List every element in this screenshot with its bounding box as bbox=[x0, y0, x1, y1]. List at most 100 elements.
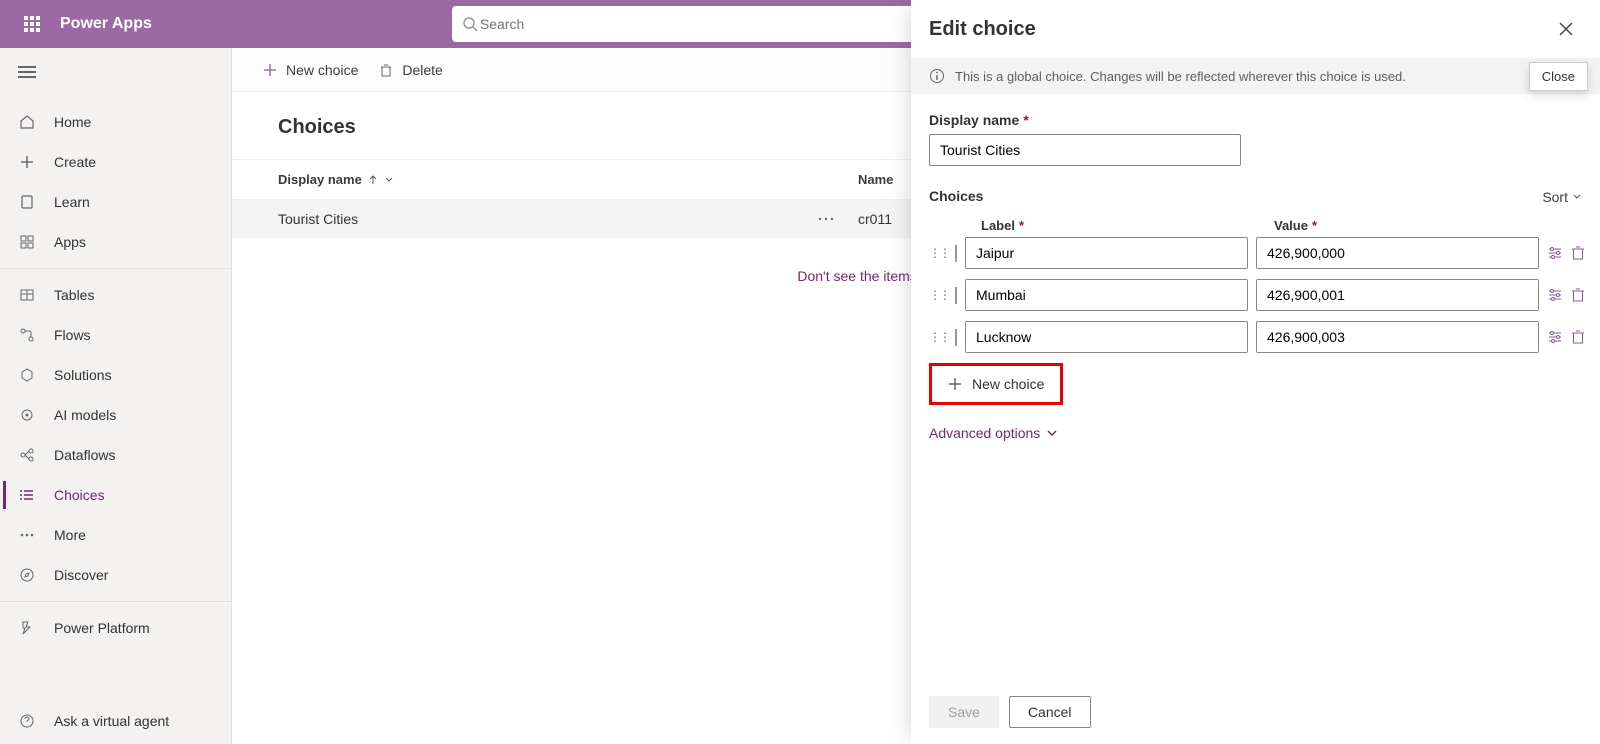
apps-icon bbox=[18, 233, 36, 251]
color-swatch[interactable] bbox=[955, 245, 957, 262]
nav-flows[interactable]: Flows bbox=[0, 315, 231, 355]
close-button[interactable] bbox=[1550, 13, 1582, 45]
trash-icon bbox=[378, 62, 394, 78]
dataflows-icon bbox=[18, 446, 36, 464]
color-swatch[interactable] bbox=[955, 329, 957, 346]
button-label: New choice bbox=[286, 62, 358, 78]
value-header: Value* bbox=[1274, 218, 1557, 233]
nav-label: Dataflows bbox=[54, 447, 115, 463]
solutions-icon bbox=[18, 366, 36, 384]
nav-label: AI models bbox=[54, 407, 116, 423]
label-header: Label* bbox=[981, 218, 1264, 233]
nav-dataflows[interactable]: Dataflows bbox=[0, 435, 231, 475]
nav-choices[interactable]: Choices bbox=[0, 475, 231, 515]
new-choice-highlight-button[interactable]: New choice bbox=[929, 363, 1063, 405]
left-nav: Home Create Learn Apps bbox=[0, 48, 232, 744]
display-name-label: Display name* bbox=[929, 112, 1582, 128]
nav-group-2: Tables Flows Solutions AI models bbox=[0, 269, 231, 602]
delete-icon[interactable] bbox=[1571, 328, 1585, 346]
plus-icon bbox=[948, 377, 962, 391]
button-label: New choice bbox=[972, 376, 1044, 392]
book-icon bbox=[18, 193, 36, 211]
nav-powerplatform[interactable]: Power Platform bbox=[0, 608, 231, 648]
choice-value-input[interactable] bbox=[1256, 321, 1539, 353]
nav-virtual-agent[interactable]: Ask a virtual agent bbox=[0, 698, 231, 744]
app-title: Power Apps bbox=[60, 15, 152, 33]
search-input[interactable] bbox=[478, 15, 920, 33]
choice-label-input[interactable] bbox=[965, 237, 1248, 269]
drag-handle[interactable]: ⋮⋮ bbox=[929, 330, 947, 344]
nav-label: Create bbox=[54, 154, 96, 170]
choice-label-input[interactable] bbox=[965, 279, 1248, 311]
nav-aimodels[interactable]: AI models bbox=[0, 395, 231, 435]
nav-solutions[interactable]: Solutions bbox=[0, 355, 231, 395]
sort-button[interactable]: Sort bbox=[1542, 189, 1582, 205]
sort-asc-icon bbox=[368, 175, 378, 185]
discover-icon bbox=[18, 566, 36, 584]
nav-create[interactable]: Create bbox=[0, 142, 231, 182]
nav-group-3: Power Platform bbox=[0, 602, 231, 654]
settings-icon[interactable] bbox=[1547, 244, 1563, 262]
global-search[interactable] bbox=[452, 6, 930, 42]
drag-handle[interactable]: ⋮⋮ bbox=[929, 288, 947, 302]
hamburger-icon bbox=[18, 66, 36, 78]
nav-label: Power Platform bbox=[54, 620, 150, 636]
tables-icon bbox=[18, 286, 36, 304]
flows-icon bbox=[18, 326, 36, 344]
panel-title: Edit choice bbox=[929, 18, 1036, 41]
nav-toggle[interactable] bbox=[0, 48, 231, 96]
save-button[interactable]: Save bbox=[929, 696, 999, 728]
color-swatch[interactable] bbox=[955, 287, 957, 304]
nav-label: Apps bbox=[54, 234, 86, 250]
display-name-input[interactable] bbox=[929, 134, 1241, 166]
settings-icon[interactable] bbox=[1547, 286, 1563, 304]
nav-apps[interactable]: Apps bbox=[0, 222, 231, 262]
app-launcher-button[interactable] bbox=[8, 16, 56, 32]
nav-label: Discover bbox=[54, 567, 108, 583]
nav-discover[interactable]: Discover bbox=[0, 555, 231, 595]
column-label: Display name bbox=[278, 172, 362, 187]
button-label: Delete bbox=[402, 62, 442, 78]
choices-label: Choices bbox=[929, 188, 983, 204]
cell-name: cr011 bbox=[858, 211, 892, 227]
nav-label: More bbox=[54, 527, 86, 543]
row-more-button[interactable] bbox=[818, 217, 858, 221]
nav-label: Tables bbox=[54, 287, 94, 303]
column-display-name[interactable]: Display name bbox=[278, 172, 858, 187]
info-icon bbox=[929, 68, 945, 84]
nav-label: Solutions bbox=[54, 367, 112, 383]
new-choice-button[interactable]: New choice bbox=[262, 62, 358, 78]
info-bar: This is a global choice. Changes will be… bbox=[911, 58, 1600, 94]
powerplatform-icon bbox=[18, 619, 36, 637]
nav-label: Flows bbox=[54, 327, 91, 343]
column-label: Name bbox=[858, 172, 893, 187]
nav-home[interactable]: Home bbox=[0, 102, 231, 142]
delete-button[interactable]: Delete bbox=[378, 62, 442, 78]
chevron-down-icon bbox=[384, 175, 394, 185]
more-icon bbox=[18, 526, 36, 544]
advanced-options-link[interactable]: Advanced options bbox=[929, 425, 1582, 441]
settings-icon[interactable] bbox=[1547, 328, 1563, 346]
choice-value-input[interactable] bbox=[1256, 279, 1539, 311]
search-icon bbox=[462, 16, 478, 32]
nav-label: Home bbox=[54, 114, 91, 130]
plus-icon bbox=[18, 153, 36, 171]
close-tooltip: Close bbox=[1529, 62, 1588, 91]
choice-value-input[interactable] bbox=[1256, 237, 1539, 269]
drag-handle[interactable]: ⋮⋮ bbox=[929, 246, 947, 260]
plus-icon bbox=[262, 62, 278, 78]
nav-more[interactable]: More bbox=[0, 515, 231, 555]
info-text: This is a global choice. Changes will be… bbox=[955, 69, 1406, 84]
nav-group-1: Home Create Learn Apps bbox=[0, 96, 231, 269]
choice-label-input[interactable] bbox=[965, 321, 1248, 353]
choice-row: ⋮⋮ bbox=[929, 279, 1582, 311]
choice-row: ⋮⋮ bbox=[929, 321, 1582, 353]
list-icon bbox=[18, 486, 36, 504]
cancel-button[interactable]: Cancel bbox=[1009, 696, 1091, 728]
nav-bottom: Ask a virtual agent bbox=[0, 698, 231, 744]
delete-icon[interactable] bbox=[1571, 244, 1585, 262]
delete-icon[interactable] bbox=[1571, 286, 1585, 304]
nav-learn[interactable]: Learn bbox=[0, 182, 231, 222]
choice-row: ⋮⋮ bbox=[929, 237, 1582, 269]
nav-tables[interactable]: Tables bbox=[0, 275, 231, 315]
